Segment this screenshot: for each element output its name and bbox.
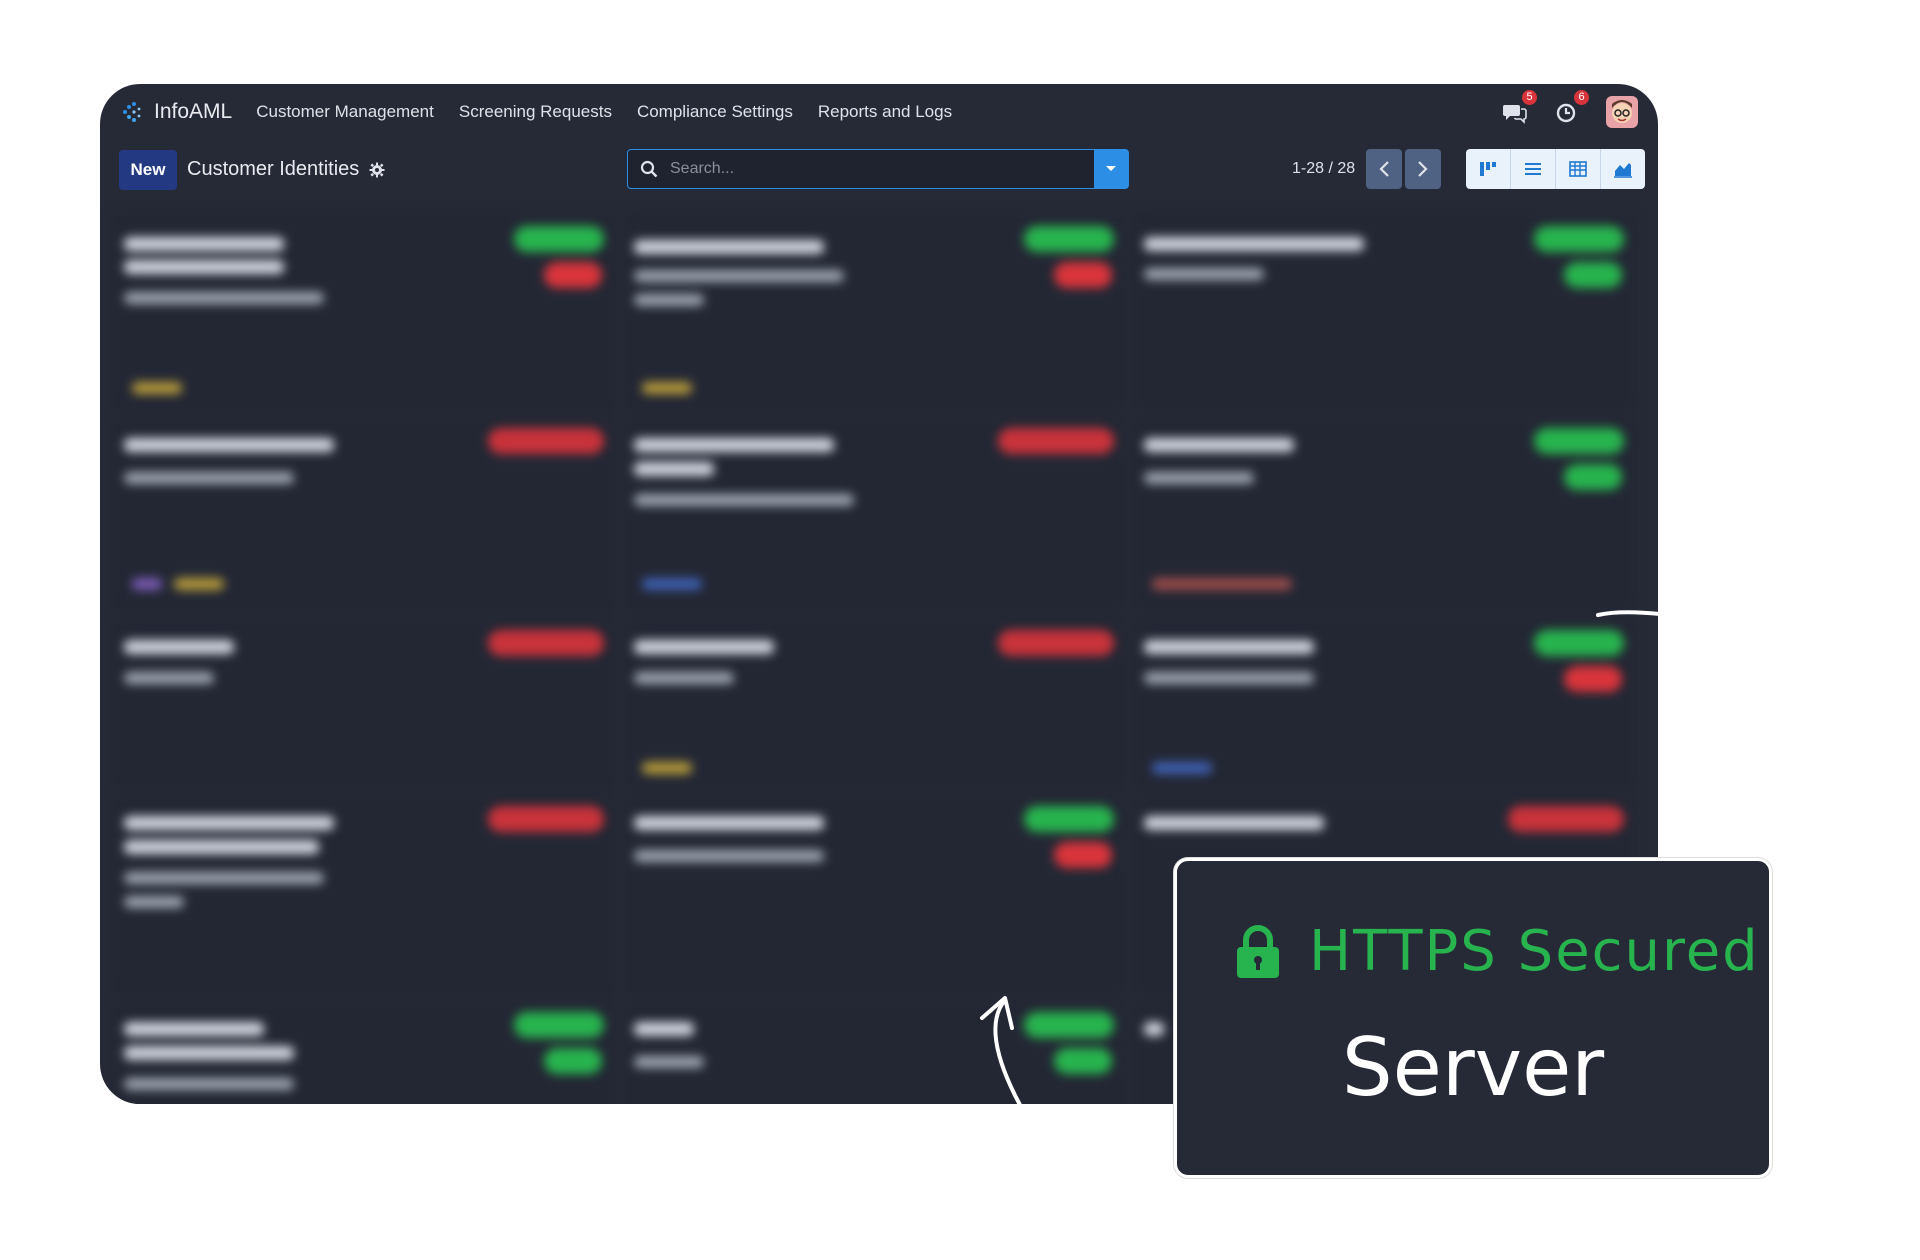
messages-button[interactable]: 5 [1502,90,1537,125]
graph-icon [1614,163,1632,178]
pager-previous-button[interactable] [1366,149,1402,189]
pivot-icon [1569,161,1587,177]
pager-next-button[interactable] [1405,149,1441,189]
lock-icon [1237,924,1279,978]
kanban-card[interactable] [114,796,614,996]
caret-down-icon [1106,166,1116,171]
curved-line-icon [1596,610,1662,617]
messages-badge: 5 [1522,90,1537,105]
main-menu: Customer Management Screening Requests C… [256,102,952,122]
kanban-card[interactable] [114,1002,614,1104]
kanban-card[interactable] [624,418,1124,612]
https-secured-badge: HTTPS Secured Server [1174,858,1772,1178]
control-panel: New Customer Identities Search... 1-28 /… [100,148,1658,192]
graph-view-button[interactable] [1601,149,1645,189]
navbar-systray: 5 6 [1502,90,1638,128]
https-secured-text: HTTPS Secured [1309,919,1760,984]
activities-badge: 6 [1574,90,1589,105]
menu-item-customer-management[interactable]: Customer Management [256,102,434,122]
top-navbar: InfoAML Customer Management Screening Re… [100,84,1658,140]
page-title: Customer Identities [187,158,385,181]
server-text: Server [1341,1021,1605,1114]
menu-item-compliance-settings[interactable]: Compliance Settings [637,102,793,122]
pager-value[interactable]: 1-28 / 28 [1292,160,1355,178]
kanban-card[interactable] [1134,212,1634,412]
user-avatar[interactable] [1606,96,1638,128]
kanban-card[interactable] [624,212,1124,412]
pivot-view-button[interactable] [1556,149,1601,189]
chevron-left-icon [1379,161,1389,177]
search-bar [627,149,1129,189]
app-name: InfoAML [154,100,233,123]
search-input[interactable] [668,159,1094,179]
gear-icon[interactable] [369,162,385,178]
search-icon [640,160,658,178]
search-options-toggle[interactable] [1094,150,1128,188]
menu-item-screening-requests[interactable]: Screening Requests [459,102,612,122]
kanban-card[interactable] [114,418,614,612]
user-avatar-icon [1606,96,1638,128]
view-switcher [1466,149,1645,189]
kanban-view-button[interactable] [1466,149,1511,189]
new-button[interactable]: New [119,150,177,190]
list-view-button[interactable] [1511,149,1556,189]
kanban-card[interactable] [114,212,614,412]
https-row: HTTPS Secured [1235,919,1760,984]
app-logo[interactable]: InfoAML [120,100,232,124]
activities-button[interactable]: 6 [1554,90,1589,125]
kanban-card[interactable] [1134,418,1634,612]
kanban-icon [1480,162,1496,176]
kanban-card[interactable] [114,618,614,790]
menu-item-reports-and-logs[interactable]: Reports and Logs [818,102,952,122]
breadcrumb-title: Customer Identities [187,158,360,180]
chevron-right-icon [1418,161,1428,177]
infoaml-logo-icon [123,102,141,122]
list-icon [1525,163,1541,175]
